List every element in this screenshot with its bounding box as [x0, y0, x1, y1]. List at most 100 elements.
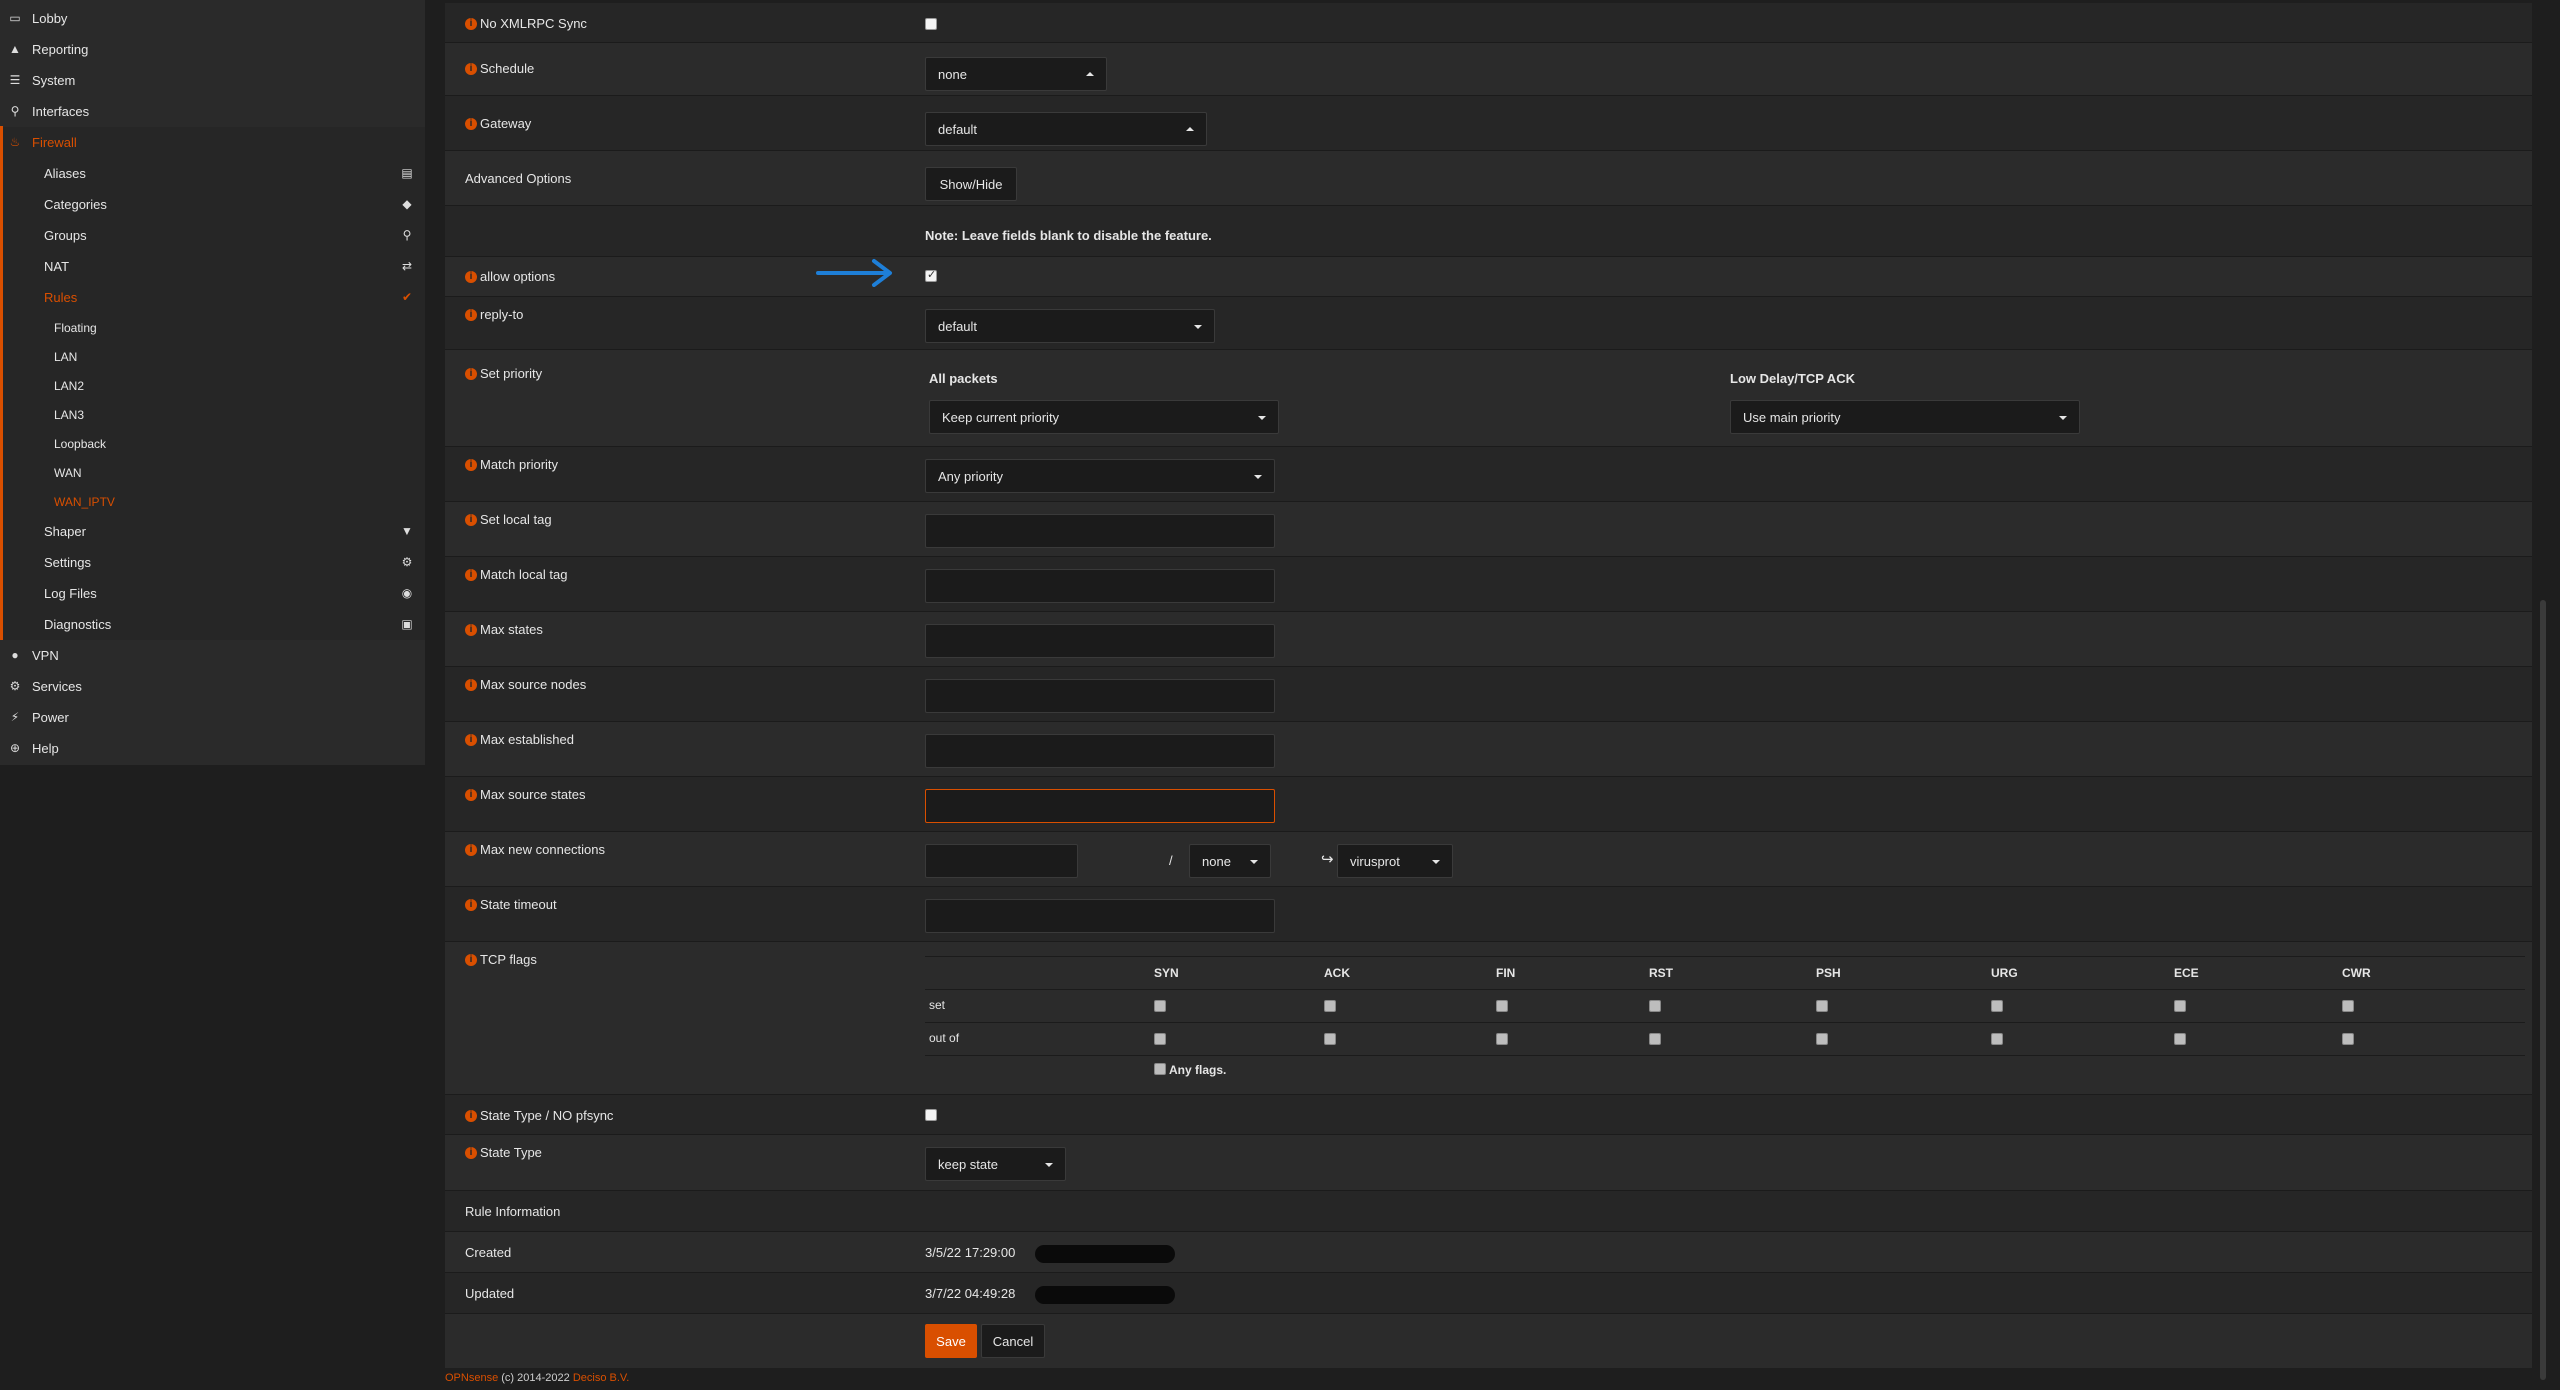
tcp-flags-row-set-label: set	[929, 998, 946, 1012]
label-allow-options: i allow options	[465, 269, 555, 284]
max-established-input[interactable]	[925, 734, 1275, 768]
cancel-button[interactable]: Cancel	[981, 1324, 1045, 1358]
info-icon[interactable]: i	[465, 367, 477, 380]
info-icon[interactable]: i	[465, 568, 477, 581]
sidebar-item-vpn[interactable]: ● VPN	[0, 640, 425, 671]
connection-interval-select[interactable]: none	[1189, 844, 1271, 878]
sidebar-item-reporting[interactable]: ▲ Reporting	[0, 34, 425, 65]
row-max-source-states: i Max source states	[445, 777, 2532, 832]
sidebar-item-label: Reporting	[32, 42, 89, 57]
tcp-set-cwr-checkbox[interactable]	[2342, 1000, 2354, 1012]
tcp-outof-syn-checkbox[interactable]	[1154, 1033, 1166, 1045]
sidebar-item-interfaces[interactable]: ⚲ Interfaces	[0, 96, 425, 127]
sidebar-item-floating[interactable]: Floating	[0, 313, 425, 342]
info-icon[interactable]: i	[465, 270, 477, 283]
row-match-priority: i Match priority Any priority	[445, 447, 2532, 502]
sidebar-item-firewall[interactable]: ♨ Firewall	[0, 127, 425, 158]
no-pfsync-checkbox[interactable]	[925, 1109, 937, 1121]
info-icon[interactable]: i	[465, 62, 477, 75]
tcp-outof-rst-checkbox[interactable]	[1649, 1033, 1661, 1045]
tcp-outof-ece-checkbox[interactable]	[2174, 1033, 2186, 1045]
tcp-set-syn-checkbox[interactable]	[1154, 1000, 1166, 1012]
note-text: Note: Leave fields blank to disable the …	[925, 228, 1212, 243]
state-type-select[interactable]: keep state	[925, 1147, 1066, 1181]
sidebar-item-services[interactable]: ⚙ Services	[0, 671, 425, 702]
no-xmlrpc-sync-checkbox[interactable]	[925, 18, 937, 30]
tcp-outof-fin-checkbox[interactable]	[1496, 1033, 1508, 1045]
sidebar-item-categories[interactable]: Categories ◆	[0, 189, 425, 220]
sidebar-item-lobby[interactable]: ▭ Lobby	[0, 3, 425, 34]
info-icon[interactable]: i	[465, 898, 477, 911]
sidebar-item-system[interactable]: ☰ System	[0, 65, 425, 96]
sidebar-item-shaper[interactable]: Shaper ▼	[0, 516, 425, 547]
max-new-connections-input[interactable]	[925, 844, 1078, 878]
max-states-input[interactable]	[925, 624, 1275, 658]
sidebar-item-lan[interactable]: LAN	[0, 342, 425, 371]
tcp-flag-header: URG	[1991, 966, 2018, 980]
sidebar-item-loopback[interactable]: Loopback	[0, 429, 425, 458]
tcp-outof-psh-checkbox[interactable]	[1816, 1033, 1828, 1045]
max-source-states-input[interactable]	[925, 789, 1275, 823]
max-source-nodes-input[interactable]	[925, 679, 1275, 713]
low-delay-label: Low Delay/TCP ACK	[1730, 371, 1855, 386]
label-max-source-nodes: i Max source nodes	[465, 677, 586, 692]
tcp-outof-ack-checkbox[interactable]	[1324, 1033, 1336, 1045]
gateway-select[interactable]: default	[925, 112, 1207, 146]
match-priority-select[interactable]: Any priority	[925, 459, 1275, 493]
sidebar-item-log-files[interactable]: Log Files ◉	[0, 578, 425, 609]
sidebar-item-rules[interactable]: Rules ✔	[0, 282, 425, 313]
info-icon[interactable]: i	[465, 17, 477, 30]
match-local-tag-input[interactable]	[925, 569, 1275, 603]
tcp-set-fin-checkbox[interactable]	[1496, 1000, 1508, 1012]
sidebar-item-power[interactable]: ⚡ Power	[0, 702, 425, 733]
label-created: Created	[465, 1245, 512, 1260]
info-icon[interactable]: i	[465, 458, 477, 471]
sidebar-item-diagnostics[interactable]: Diagnostics ▣	[0, 609, 425, 640]
scrollbar-thumb[interactable]	[2540, 600, 2546, 1380]
sidebar-item-lan2[interactable]: LAN2	[0, 371, 425, 400]
info-icon[interactable]: i	[465, 733, 477, 746]
exchange-icon: ⇄	[401, 259, 413, 273]
info-icon[interactable]: i	[465, 308, 477, 321]
tcp-set-ece-checkbox[interactable]	[2174, 1000, 2186, 1012]
footer-company-link[interactable]: Deciso B.V.	[573, 1372, 629, 1384]
sidebar-item-wan-iptv[interactable]: WAN_IPTV	[0, 487, 425, 516]
info-icon[interactable]: i	[465, 788, 477, 801]
schedule-select[interactable]: none	[925, 57, 1107, 91]
sidebar-item-aliases[interactable]: Aliases ▤	[0, 158, 425, 189]
info-icon[interactable]: i	[465, 1109, 477, 1122]
created-value: 3/5/22 17:29:00	[925, 1245, 1016, 1260]
footer-brand-link[interactable]: OPNsense	[445, 1372, 498, 1384]
sidebar-item-wan[interactable]: WAN	[0, 458, 425, 487]
sidebar-item-groups[interactable]: Groups ⚲	[0, 220, 425, 251]
sidebar-item-lan3[interactable]: LAN3	[0, 400, 425, 429]
tcp-outof-cwr-checkbox[interactable]	[2342, 1033, 2354, 1045]
allow-options-checkbox[interactable]	[925, 268, 937, 282]
set-local-tag-input[interactable]	[925, 514, 1275, 548]
overload-table-select[interactable]: virusprot	[1337, 844, 1453, 878]
info-icon[interactable]: i	[465, 1146, 477, 1159]
all-packets-priority-select[interactable]: Keep current priority	[929, 400, 1279, 434]
tcp-set-urg-checkbox[interactable]	[1991, 1000, 2003, 1012]
tcp-set-psh-checkbox[interactable]	[1816, 1000, 1828, 1012]
info-icon[interactable]: i	[465, 953, 477, 966]
tcp-set-ack-checkbox[interactable]	[1324, 1000, 1336, 1012]
tcp-outof-urg-checkbox[interactable]	[1991, 1033, 2003, 1045]
scrollbar-track[interactable]	[2532, 0, 2560, 1390]
info-icon[interactable]: i	[465, 117, 477, 130]
low-delay-priority-select[interactable]: Use main priority	[1730, 400, 2080, 434]
reply-to-select[interactable]: default	[925, 309, 1215, 343]
info-icon[interactable]: i	[465, 623, 477, 636]
row-rule-information: Rule Information	[445, 1191, 2532, 1232]
show-hide-button[interactable]: Show/Hide	[925, 167, 1017, 201]
save-button[interactable]: Save	[925, 1324, 977, 1358]
sidebar-item-nat[interactable]: NAT ⇄	[0, 251, 425, 282]
any-flags-checkbox[interactable]	[1154, 1063, 1166, 1075]
state-timeout-input[interactable]	[925, 899, 1275, 933]
info-icon[interactable]: i	[465, 513, 477, 526]
tcp-set-rst-checkbox[interactable]	[1649, 1000, 1661, 1012]
sidebar-item-settings[interactable]: Settings ⚙	[0, 547, 425, 578]
sidebar-item-help[interactable]: ⊕ Help	[0, 733, 425, 764]
info-icon[interactable]: i	[465, 843, 477, 856]
info-icon[interactable]: i	[465, 678, 477, 691]
